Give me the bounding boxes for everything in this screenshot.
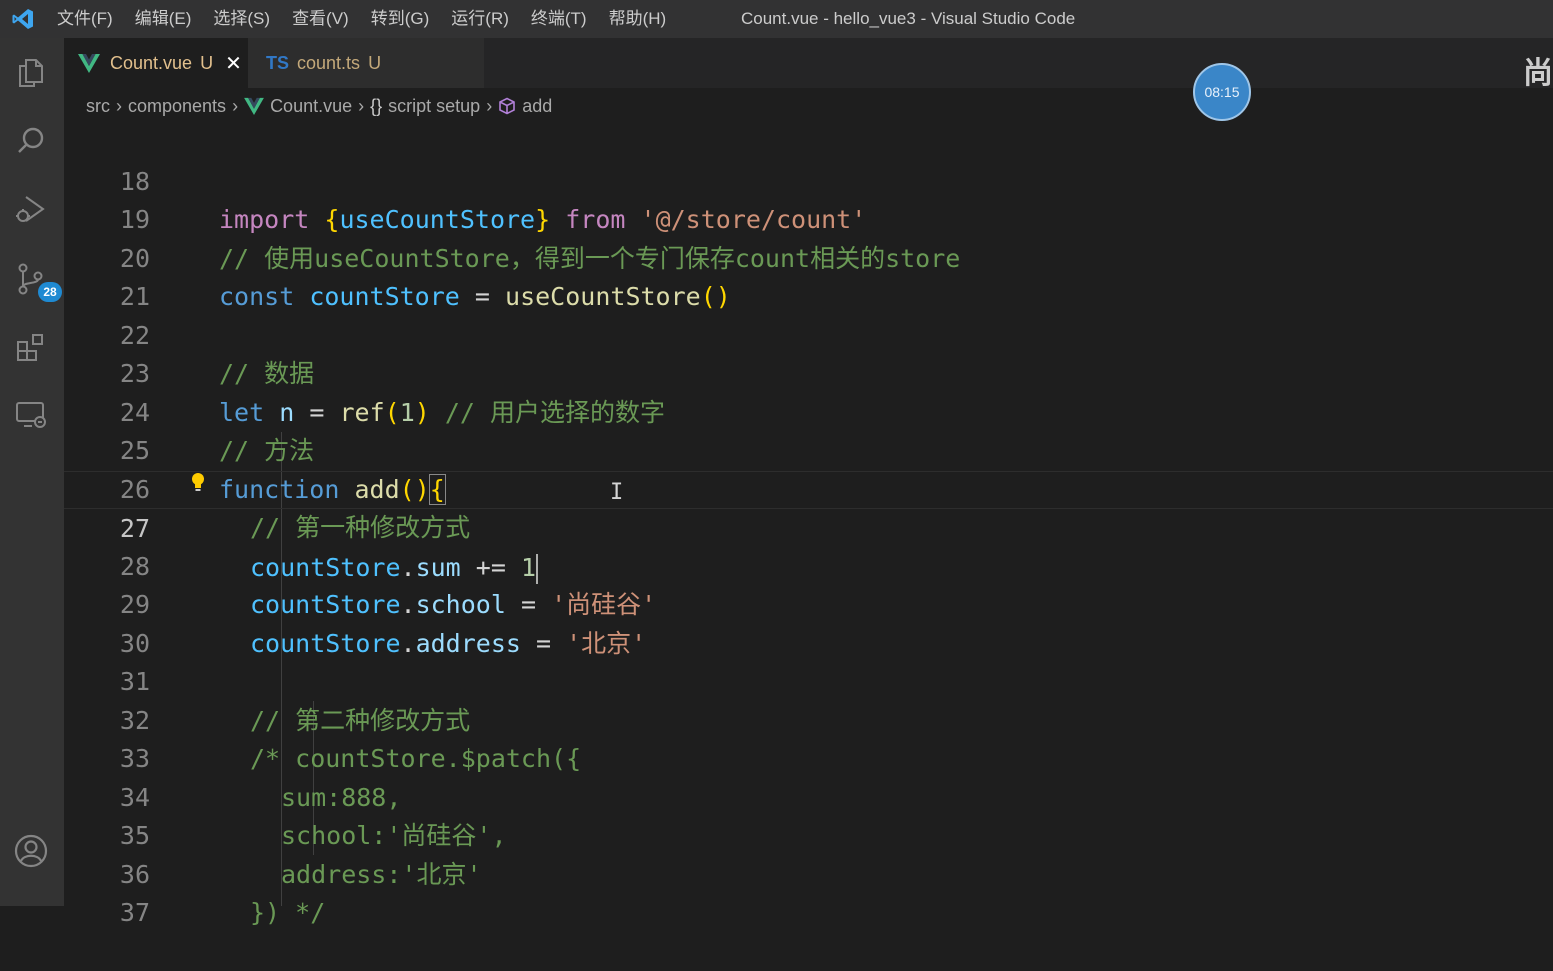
- breadcrumb-item-script-setup[interactable]: script setup: [388, 96, 480, 117]
- tab-label: Count.vue: [110, 52, 193, 73]
- menu-run[interactable]: 运行(R): [440, 0, 520, 38]
- code-line-31: 31 // 第二种修改方式: [64, 625, 1553, 735]
- mouse-ibeam-icon: I: [610, 480, 624, 505]
- typescript-icon: TS: [266, 52, 290, 73]
- code-line-34: 34 school:'尚硅谷',: [64, 740, 1553, 851]
- menu-bar: 文件(F) 编辑(E) 选择(S) 查看(V) 转到(G) 运行(R) 终端(T…: [46, 0, 677, 38]
- breadcrumb-item-add[interactable]: add: [522, 96, 552, 117]
- chevron-right-icon: ›: [358, 95, 365, 116]
- lightbulb-icon[interactable]: [190, 472, 206, 499]
- vue-icon: [78, 53, 100, 73]
- title-bar: 文件(F) 编辑(E) 选择(S) 查看(V) 转到(G) 运行(R) 终端(T…: [0, 0, 1553, 38]
- tab-bar: Count.vue U ✕ TS count.ts U 尚: [64, 38, 1553, 90]
- code-line-19: 19 // 使用useCountStore，得到一个专门保存count相关的st…: [64, 163, 1553, 273]
- run-debug-icon[interactable]: [10, 188, 52, 230]
- watermark-glyph: 尚: [1523, 57, 1553, 90]
- menu-selection[interactable]: 选择(S): [202, 0, 281, 38]
- code-editor[interactable]: 18 import {useCountStore} from '@/store/…: [64, 124, 1553, 928]
- code-line-32: 32 /* countStore.$patch({: [64, 663, 1553, 774]
- code-line-21: 21: [64, 240, 1553, 311]
- tab-count-vue[interactable]: Count.vue U ✕: [64, 38, 248, 88]
- remote-explorer-icon[interactable]: [10, 394, 52, 436]
- code-line-29: 29 countStore.address = '北京': [64, 548, 1553, 658]
- source-control-badge: 28: [38, 282, 62, 302]
- tab-label: count.ts: [297, 52, 361, 73]
- code-line-24: 24 // 方法: [64, 355, 1553, 466]
- code-line-37: 37: [64, 856, 1553, 927]
- source-control-icon[interactable]: 28: [10, 258, 62, 302]
- vscode-logo-icon: [0, 0, 46, 38]
- vue-icon: [244, 97, 264, 115]
- line-number: 37: [119, 898, 150, 927]
- chevron-right-icon: ›: [116, 95, 122, 116]
- menu-file[interactable]: 文件(F): [46, 0, 124, 38]
- tab-status: U: [200, 52, 214, 73]
- code-line-25: 25 function add(){: [64, 394, 1553, 505]
- cube-icon: [498, 97, 516, 115]
- window-title: Count.vue - hello_vue3 - Visual Studio C…: [741, 9, 1076, 28]
- breadcrumb-item-components[interactable]: components: [128, 96, 226, 117]
- close-icon[interactable]: ✕: [225, 51, 242, 76]
- code-line-33: 33 sum:888,: [64, 702, 1553, 812]
- breadcrumb-item-file[interactable]: Count.vue: [270, 96, 352, 117]
- code-line-27: 27 countStore.sum += 1: [64, 470, 1553, 584]
- tab-count-ts[interactable]: TS count.ts U: [248, 38, 484, 88]
- tab-status: U: [368, 52, 382, 73]
- breadcrumb: src › components › Count.vue › {} script…: [64, 88, 1553, 124]
- search-icon[interactable]: [10, 120, 52, 162]
- activity-bar: 28: [0, 38, 64, 906]
- code-line-20: 20 const countStore = useCountStore(): [64, 201, 1553, 312]
- chevron-right-icon: ›: [232, 95, 239, 116]
- code-line-30: 30: [64, 586, 1553, 658]
- explorer-icon[interactable]: [10, 52, 52, 94]
- code-line-28: 28 countStore.school = '尚硅谷': [64, 509, 1553, 620]
- menu-view[interactable]: 查看(V): [281, 0, 360, 38]
- extensions-icon[interactable]: [10, 326, 52, 368]
- code-line-36: 36 }) */: [64, 817, 1553, 928]
- menu-go[interactable]: 转到(G): [360, 0, 441, 38]
- accounts-icon[interactable]: [10, 830, 52, 872]
- code-line-26: 26 // 第一种修改方式: [64, 432, 1553, 543]
- code-line-35: 35 address:'北京': [64, 779, 1553, 889]
- breadcrumb-item-src[interactable]: src: [86, 96, 110, 117]
- braces-icon: {}: [370, 95, 383, 116]
- menu-terminal[interactable]: 终端(T): [520, 0, 598, 38]
- chevron-right-icon: ›: [486, 95, 493, 116]
- code-line-23: 23 let n = ref(1) // 用户选择的数字: [64, 317, 1553, 427]
- menu-edit[interactable]: 编辑(E): [124, 0, 203, 38]
- code-line-18: 18 import {useCountStore} from '@/store/…: [64, 124, 1553, 235]
- code-line-22: 22 // 数据: [64, 278, 1553, 389]
- menu-help[interactable]: 帮助(H): [598, 0, 678, 38]
- timer-badge: 08:15: [1193, 63, 1251, 121]
